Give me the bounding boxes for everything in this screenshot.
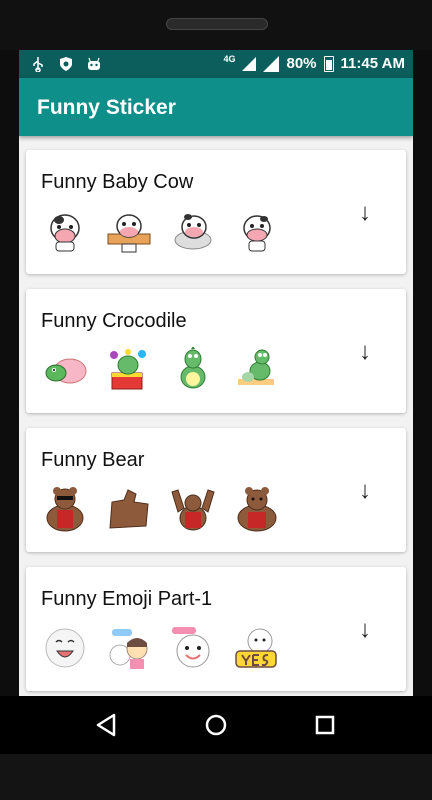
clock: 11:45 AM	[340, 55, 405, 72]
pack-title: Funny Crocodile	[41, 310, 187, 332]
emoji-sticker-icon	[45, 628, 85, 668]
bear-sticker-icon	[237, 487, 277, 532]
pack-title: Funny Bear	[41, 449, 145, 471]
speaker-grille	[166, 18, 268, 30]
mobile-signal-icon	[242, 56, 257, 71]
battery-icon	[323, 55, 334, 72]
download-button[interactable]: ↓	[352, 200, 378, 226]
android-icon	[88, 57, 100, 70]
bear-sticker-icon	[109, 489, 149, 529]
screen: 4G 80% 11:45 AM Funny Sticker Funny Baby…	[19, 50, 413, 696]
crocodile-sticker-icon	[45, 358, 87, 384]
emoji-sticker-icon	[172, 627, 210, 668]
sticker-pack-card[interactable]: Funny Bear ↓	[26, 428, 406, 552]
navigation-bar	[0, 696, 432, 754]
cow-sticker-icon	[243, 215, 271, 252]
phone-bezel-top	[0, 0, 432, 50]
wifi-signal-icon	[263, 55, 280, 72]
sticker-pack-list[interactable]: Funny Baby Cow ↓ Funny Crocodile ↓ Funny…	[19, 136, 413, 696]
pack-title: Funny Baby Cow	[41, 171, 194, 193]
battery-percent: 80%	[286, 55, 317, 72]
back-icon[interactable]	[92, 710, 122, 740]
emoji-sticker-icon	[109, 629, 148, 669]
download-button[interactable]: ↓	[352, 339, 378, 365]
app-title: Funny Sticker	[37, 96, 176, 119]
sticker-pack-card[interactable]: Funny Crocodile ↓	[26, 289, 406, 413]
phone-bezel-bottom	[0, 754, 432, 800]
recents-icon[interactable]	[310, 710, 340, 740]
pack-title: Funny Emoji Part-1	[41, 588, 213, 610]
crocodile-sticker-icon	[238, 349, 274, 385]
bear-sticker-icon	[46, 487, 84, 532]
download-button[interactable]: ↓	[352, 478, 378, 504]
crocodile-sticker-icon	[180, 347, 206, 389]
emoji-sticker-icon	[235, 628, 277, 668]
vpn-shield-icon	[60, 57, 72, 71]
home-icon[interactable]	[201, 710, 231, 740]
status-bar: 4G 80% 11:45 AM	[19, 50, 413, 78]
network-type: 4G	[223, 53, 236, 64]
bear-sticker-icon	[171, 489, 215, 531]
app-bar: Funny Sticker	[19, 78, 413, 136]
sticker-pack-card[interactable]: Funny Baby Cow ↓	[26, 150, 406, 274]
download-button[interactable]: ↓	[352, 617, 378, 643]
usb-icon	[33, 57, 43, 72]
crocodile-sticker-icon	[110, 349, 146, 390]
sticker-pack-card[interactable]: Funny Emoji Part-1 ↓	[26, 567, 406, 691]
cow-sticker-icon	[107, 214, 151, 253]
cow-sticker-icon	[50, 214, 80, 252]
cow-sticker-icon	[174, 214, 212, 250]
